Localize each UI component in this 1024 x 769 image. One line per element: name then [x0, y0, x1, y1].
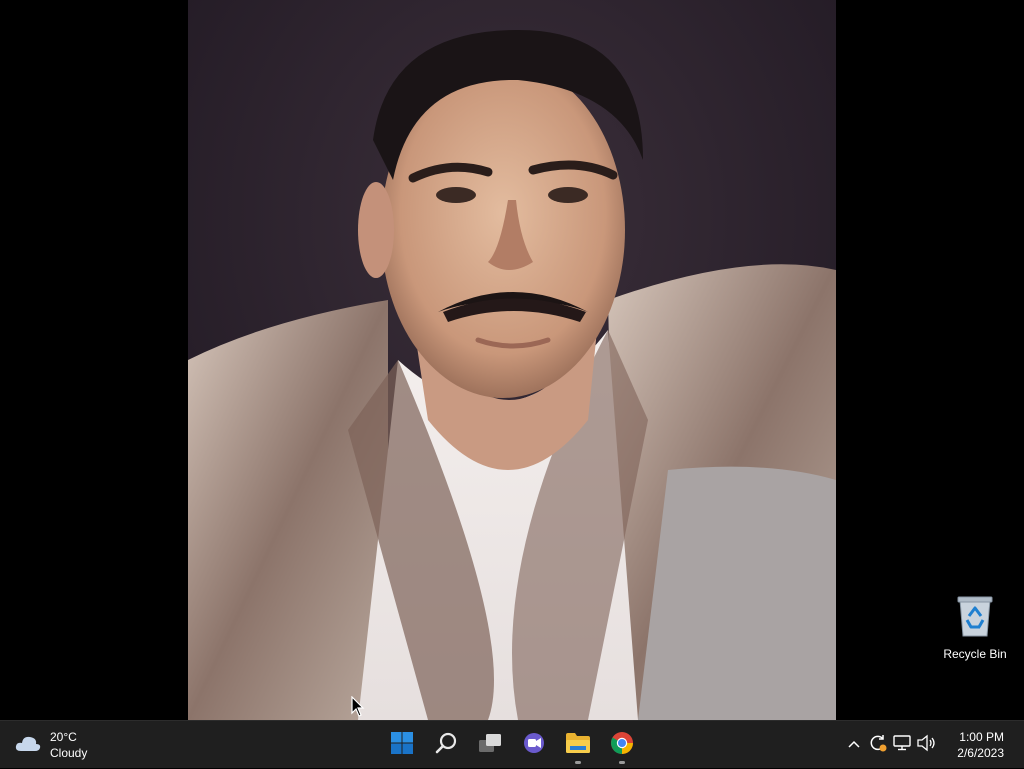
- search-button[interactable]: [424, 725, 468, 765]
- clock-date: 2/6/2023: [957, 746, 1004, 760]
- network-icon: [892, 734, 912, 757]
- recycle-bin-icon: [955, 594, 995, 643]
- chevron-up-icon: [847, 736, 861, 754]
- weather-temperature: 20°C: [50, 730, 77, 744]
- folder-icon: [565, 732, 591, 759]
- task-view-button[interactable]: [468, 725, 512, 765]
- volume-icon: [916, 734, 936, 757]
- chrome-button[interactable]: [600, 725, 644, 765]
- chat-button[interactable]: [512, 725, 556, 765]
- desktop-icon-label: Recycle Bin: [943, 647, 1007, 661]
- windows-start-icon: [390, 731, 414, 760]
- weather-condition: Cloudy: [50, 746, 88, 760]
- running-indicator: [575, 761, 581, 764]
- desktop[interactable]: Recycle Bin: [0, 0, 1024, 720]
- search-icon: [434, 731, 458, 760]
- volume-button[interactable]: [914, 729, 938, 761]
- file-explorer-button[interactable]: [556, 725, 600, 765]
- mouse-cursor: [351, 695, 365, 723]
- network-button[interactable]: [890, 729, 914, 761]
- running-indicator: [619, 761, 625, 764]
- start-button[interactable]: [380, 725, 424, 765]
- task-view-icon: [477, 731, 503, 760]
- show-hidden-icons-button[interactable]: [842, 729, 866, 761]
- clock[interactable]: 1:00 PM 2/6/2023: [952, 729, 1004, 761]
- weather-widget[interactable]: 20°C Cloudy: [14, 727, 87, 763]
- cloudy-weather-icon: [14, 733, 42, 758]
- taskbar: 20°C Cloudy 1:00 PM 2/6/2023: [0, 720, 1024, 768]
- chrome-icon: [610, 731, 634, 760]
- update-status-button[interactable]: [866, 729, 890, 761]
- system-tray: 1:00 PM 2/6/2023: [842, 721, 1004, 769]
- taskbar-apps: [380, 721, 644, 769]
- chat-icon: [522, 731, 546, 760]
- clock-time: 1:00 PM: [959, 730, 1004, 744]
- desktop-icon-recycle-bin[interactable]: Recycle Bin: [940, 594, 1010, 664]
- desktop-wallpaper: [188, 0, 836, 720]
- update-icon: [868, 733, 888, 758]
